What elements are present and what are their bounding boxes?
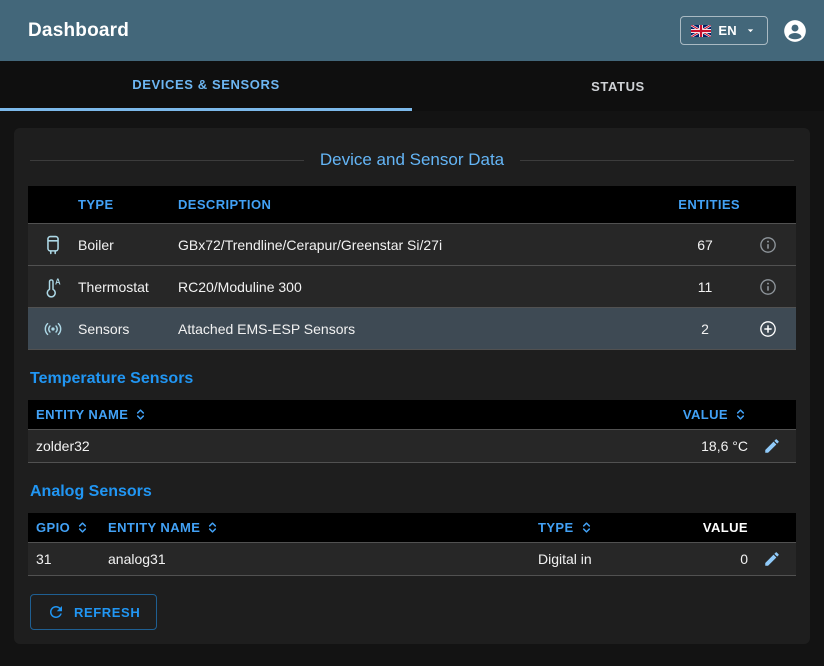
sensor-entity-name: zolder32: [28, 438, 638, 454]
svg-text:A: A: [55, 277, 61, 286]
device-type: Thermostat: [78, 279, 178, 295]
device-entities-count: 2: [670, 321, 740, 337]
col-type: TYPE: [78, 197, 178, 212]
dashboard-card: Device and Sensor Data TYPE DESCRIPTION …: [14, 128, 810, 644]
device-table-header: TYPE DESCRIPTION ENTITIES: [28, 186, 796, 224]
refresh-button[interactable]: REFRESH: [30, 594, 157, 630]
analog-sensor-row: 31 analog31 Digital in 0: [28, 543, 796, 576]
device-type: Sensors: [78, 321, 178, 337]
analog-sensors-table: GPIO ENTITY NAME TYPE: [28, 513, 796, 576]
analog-sensors-heading: Analog Sensors: [30, 483, 794, 501]
sort-icon: [75, 520, 90, 535]
refresh-icon: [47, 603, 65, 621]
device-entities-count: 11: [670, 279, 740, 295]
temperature-sensors-table: ENTITY NAME VALUE zolder32 18,6 °C: [28, 400, 796, 463]
uk-flag-icon: [691, 25, 711, 37]
card-title-row: Device and Sensor Data: [30, 150, 794, 170]
sort-icon: [733, 407, 748, 422]
device-description: RC20/Moduline 300: [178, 279, 670, 295]
device-type: Boiler: [78, 237, 178, 253]
col-entities: ENTITIES: [670, 197, 740, 212]
language-label: EN: [718, 23, 737, 38]
device-row-sensors[interactable]: Sensors Attached EMS-ESP Sensors 2: [28, 308, 796, 350]
sensor-gpio: 31: [28, 551, 108, 567]
col-entity-name[interactable]: ENTITY NAME: [28, 407, 638, 422]
add-circle-icon[interactable]: [756, 317, 780, 341]
col-gpio[interactable]: GPIO: [28, 520, 108, 535]
tab-devices-sensors[interactable]: DEVICES & SENSORS: [0, 61, 412, 111]
device-description: Attached EMS-ESP Sensors: [178, 321, 670, 337]
device-row-boiler[interactable]: Boiler GBx72/Trendline/Cerapur/Greenstar…: [28, 224, 796, 266]
info-icon[interactable]: [756, 275, 780, 299]
language-selector[interactable]: EN: [680, 16, 768, 45]
info-icon[interactable]: [756, 233, 780, 257]
temperature-sensors-heading: Temperature Sensors: [30, 370, 794, 388]
sort-icon: [133, 407, 148, 422]
col-entity-name[interactable]: ENTITY NAME: [108, 520, 538, 535]
sensor-entity-name: analog31: [108, 551, 538, 567]
tab-status[interactable]: STATUS: [412, 61, 824, 111]
sort-icon: [205, 520, 220, 535]
page-title: Dashboard: [28, 20, 129, 42]
sensors-icon: [28, 318, 78, 340]
divider: [520, 160, 794, 161]
device-row-thermostat[interactable]: A Thermostat RC20/Moduline 300 11: [28, 266, 796, 308]
col-description: DESCRIPTION: [178, 197, 670, 212]
boiler-icon: [28, 234, 78, 256]
device-entities-count: 67: [670, 237, 740, 253]
divider: [30, 160, 304, 161]
sensor-value: 18,6 °C: [638, 438, 748, 454]
tab-bar: DEVICES & SENSORS STATUS: [0, 61, 824, 111]
device-description: GBx72/Trendline/Cerapur/Greenstar Si/27i: [178, 237, 670, 253]
device-table: TYPE DESCRIPTION ENTITIES Boiler GBx72/T…: [28, 186, 796, 350]
chevron-down-icon: [744, 24, 757, 37]
col-value[interactable]: VALUE: [638, 407, 748, 422]
thermostat-icon: A: [28, 276, 78, 298]
analog-table-header: GPIO ENTITY NAME TYPE: [28, 513, 796, 543]
sensor-type: Digital in: [538, 551, 668, 567]
edit-icon[interactable]: [761, 435, 783, 457]
sort-icon: [579, 520, 594, 535]
sensor-value: 0: [668, 551, 748, 567]
account-icon[interactable]: [782, 18, 808, 44]
app-header: Dashboard EN: [0, 0, 824, 61]
temperature-table-header: ENTITY NAME VALUE: [28, 400, 796, 430]
col-analog-value: VALUE: [668, 520, 748, 535]
temperature-sensor-row: zolder32 18,6 °C: [28, 430, 796, 463]
card-title: Device and Sensor Data: [320, 150, 504, 170]
col-analog-type[interactable]: TYPE: [538, 520, 668, 535]
edit-icon[interactable]: [761, 548, 783, 570]
